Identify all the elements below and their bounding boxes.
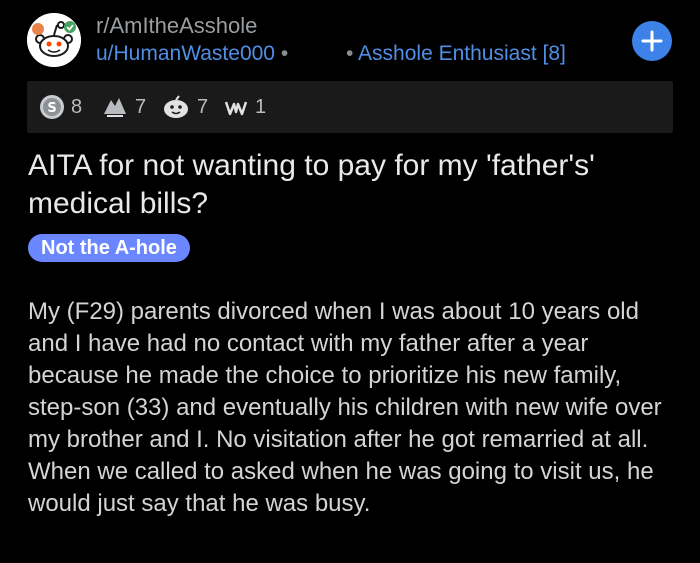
helpful-award-icon xyxy=(104,98,126,117)
silver-award-icon: S xyxy=(40,95,64,119)
separator-dot: • xyxy=(280,42,289,65)
plus-icon xyxy=(641,30,663,52)
award-count: 1 xyxy=(255,95,267,118)
post-header: r/AmItheAsshole u/HumanWaste000 • • Assh… xyxy=(0,0,700,80)
award-count: 7 xyxy=(135,95,147,118)
post-flair-badge[interactable]: Not the A-hole xyxy=(28,234,190,262)
post-title[interactable]: AITA for not wanting to pay for my 'fath… xyxy=(28,147,668,223)
snoo-icon xyxy=(27,13,81,67)
award-silver[interactable]: S 8 xyxy=(39,93,82,121)
award-helpful[interactable]: 7 xyxy=(101,93,146,121)
award-count: 8 xyxy=(71,95,83,118)
author-line: u/HumanWaste000 • xyxy=(96,42,288,66)
award-count: 7 xyxy=(197,95,209,118)
award-wholesome[interactable]: 7 xyxy=(161,93,208,121)
join-button[interactable] xyxy=(632,21,672,61)
hands-award-icon xyxy=(224,101,248,116)
user-flair: Asshole Enthusiast [8] xyxy=(358,42,566,65)
wholesome-award-icon xyxy=(164,95,188,118)
subreddit-name[interactable]: r/AmItheAsshole xyxy=(96,13,257,39)
user-flair-line: • Asshole Enthusiast [8] xyxy=(346,42,566,66)
awards-bar[interactable]: S 8 7 7 1 xyxy=(27,81,673,133)
post-body: My (F29) parents divorced when I was abo… xyxy=(28,298,662,517)
subreddit-avatar[interactable] xyxy=(27,13,81,67)
author-username[interactable]: u/HumanWaste000 xyxy=(96,42,275,65)
award-hands[interactable]: 1 xyxy=(223,93,266,121)
separator-dot-flair: • xyxy=(346,42,354,65)
svg-text:S: S xyxy=(47,101,56,116)
